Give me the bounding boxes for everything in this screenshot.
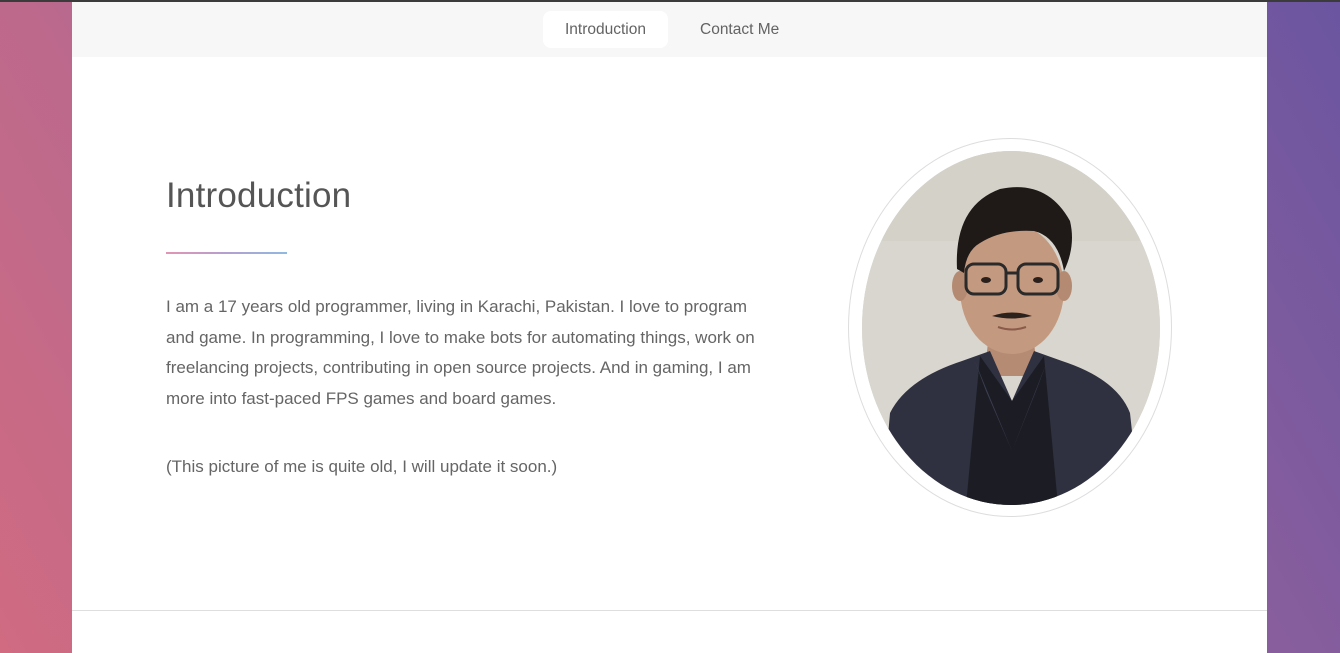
intro-paragraph: I am a 17 years old programmer, living i… <box>166 297 755 408</box>
page-wrapper: Introduction Contact Me Introduction I a… <box>72 2 1267 653</box>
portrait-photo-icon <box>862 151 1160 505</box>
section-title: Introduction <box>166 176 352 215</box>
nav-item-contact-me[interactable]: Contact Me <box>680 11 799 48</box>
photo-note-paragraph: (This picture of me is quite old, I will… <box>166 457 558 476</box>
top-nav: Introduction Contact Me <box>72 2 1267 57</box>
section-divider <box>72 610 1267 611</box>
title-underline <box>166 252 287 254</box>
profile-photo <box>862 151 1160 505</box>
nav-item-introduction[interactable]: Introduction <box>543 11 668 48</box>
